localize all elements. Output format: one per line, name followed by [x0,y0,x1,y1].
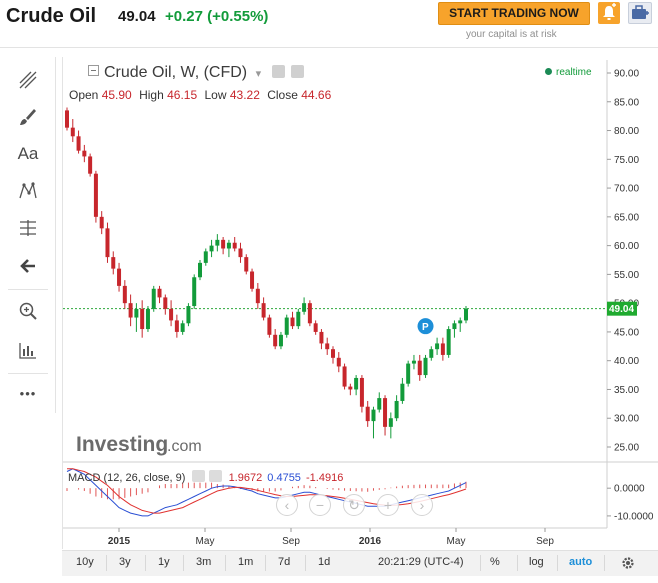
timeframe-10y[interactable]: 10y [76,556,94,568]
ohlc-readout: Open 45.90 High 46.15 Low 43.22 Close 44… [69,88,331,102]
price-tick-label: 65.00 [614,212,639,223]
close-label: Close [267,88,298,102]
scroll-right-button[interactable]: › [411,494,433,516]
bar-divider [480,555,481,571]
scroll-left-button[interactable]: ‹ [276,494,298,516]
macd-legend: MACD (12, 26, close, 9) 1.9672 0.4755 -1… [68,470,343,484]
open-label: Open [69,88,99,102]
crosshair-lines-icon[interactable] [12,67,44,93]
more-dots-icon[interactable]: ••• [12,380,44,406]
timeframe-3m[interactable]: 3m [196,556,211,568]
log-scale-toggle[interactable]: log [529,556,544,568]
chart-widget: Crude Oil 49.04 +0.27 (+0.55%) START TRA… [0,0,658,583]
timeframe-divider [145,555,146,571]
percent-scale-toggle[interactable]: % [490,556,500,568]
price-tick-label: 60.00 [614,241,639,252]
start-trading-button[interactable]: START TRADING NOW [438,2,590,25]
timeframe-divider [265,555,266,571]
price-tick-label: 45.00 [614,327,639,338]
bar-divider [604,555,605,571]
chart-settings-icon[interactable] [271,65,285,78]
reset-zoom-button[interactable]: ↻ [343,494,365,516]
macd-close-icon[interactable] [208,470,222,482]
timeframe-divider [106,555,107,571]
instrument-header: Crude Oil 49.04 +0.27 (+0.55%) START TRA… [0,0,658,48]
signal-value: 0.4755 [267,472,301,484]
timeframe-1m[interactable]: 1m [238,556,253,568]
arrow-left-icon[interactable] [12,253,44,279]
open-value: 45.90 [101,88,132,102]
toolbar-divider [8,289,48,290]
macd-title: MACD (12, 26, close, 9) [68,472,186,484]
chart-collapse-icon[interactable] [88,65,99,76]
timeframe-7d[interactable]: 7d [278,556,290,568]
timeframe-1d[interactable]: 1d [318,556,330,568]
zoom-out-button[interactable]: − [309,494,331,516]
drawing-toolbar: Aa ••• [0,57,56,413]
macd-tick-label: 0.0000 [614,484,645,495]
auto-scale-toggle[interactable]: auto [569,556,592,568]
timeframe-divider [225,555,226,571]
histogram-value: -1.4916 [306,472,344,484]
chart-legend-title: Crude Oil, W, (CFD) ▾ [88,64,305,82]
timeframe-divider [183,555,184,571]
alert-plus-icon[interactable] [598,2,620,24]
price-tick-label: 25.00 [614,443,639,454]
pattern-icon[interactable] [12,178,44,204]
price-tick-label: 75.00 [614,155,639,166]
text-icon[interactable]: Aa [12,141,44,167]
price-tick-label: 40.00 [614,356,639,367]
zoom-in-icon[interactable] [12,298,44,324]
timeframe-divider [305,555,306,571]
timeframe-1y[interactable]: 1y [158,556,170,568]
low-value: 43.22 [229,88,260,102]
chart-dropdown-icon[interactable]: ▾ [256,68,262,80]
realtime-label: realtime [556,67,592,78]
bar-divider [557,555,558,571]
realtime-dot [545,68,552,75]
instrument-title: Crude Oil [6,5,97,27]
chart-title: Crude Oil, W, (CFD) [104,64,248,81]
timeframe-3y[interactable]: 3y [119,556,131,568]
price-tick-label: 85.00 [614,97,639,108]
price-tick-label: 50.00 [614,299,639,310]
indicator-bars-icon[interactable] [12,337,44,363]
zoom-in-button[interactable]: + [377,494,399,516]
realtime-indicator: realtime [545,67,592,78]
current-price-box [607,301,637,316]
toolbar-divider [8,373,48,374]
price-tick-label: 90.00 [614,69,639,80]
clock-display: 20:21:29 (UTC-4) [378,556,464,568]
current-price-label: 49.04 [609,304,634,315]
fibonacci-icon[interactable] [12,215,44,241]
timeframe-bar: 10y 3y 1y 3m 1m 7d 1d 20:21:29 (UTC-4) %… [62,550,658,576]
last-price: 49.04 [118,8,156,25]
macd-tick-label: -10.0000 [614,511,654,522]
chart-close-icon[interactable] [291,65,305,78]
macd-value: 1.9672 [228,472,263,484]
high-value: 46.15 [167,88,198,102]
price-tick-label: 35.00 [614,385,639,396]
bar-divider [517,555,518,571]
price-tick-label: 55.00 [614,270,639,281]
macd-settings-icon[interactable] [192,470,206,482]
price-tick-label: 30.00 [614,414,639,425]
gear-icon[interactable] [620,555,636,571]
low-label: Low [204,88,227,102]
high-label: High [139,88,164,102]
price-tick-label: 70.00 [614,184,639,195]
capital-risk-note: your capital is at risk [466,29,557,40]
portfolio-add-icon[interactable] [628,2,652,24]
close-value: 44.66 [301,88,332,102]
price-change: +0.27 (+0.55%) [165,8,269,25]
brush-icon[interactable] [12,104,44,130]
price-tick-label: 80.00 [614,126,639,137]
